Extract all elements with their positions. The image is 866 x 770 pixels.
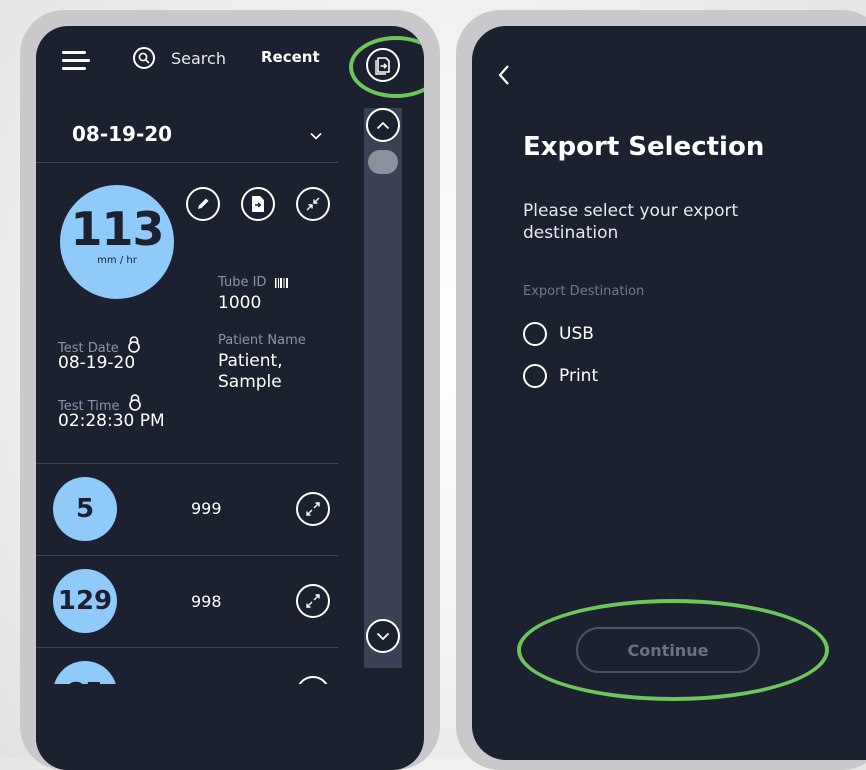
row-value-circle[interactable]: 5 [53, 477, 117, 541]
lock-icon [128, 336, 140, 353]
divider [36, 463, 338, 464]
row-tube-id: 999 [191, 499, 222, 518]
tube-id-value: 1000 [218, 293, 262, 313]
collapse-icon [306, 197, 320, 211]
top-bar: Search Recent [36, 26, 424, 98]
collapse-button[interactable] [296, 187, 330, 221]
file-export-icon [252, 196, 264, 212]
bottom-panel [36, 684, 338, 770]
edit-icon [198, 198, 209, 209]
patient-name-line1: Patient, [218, 351, 283, 371]
chevron-left-icon [498, 65, 509, 85]
result-value-circle: 113 mm / hr [60, 185, 174, 299]
tube-id-label-wrap: Tube ID [218, 275, 289, 290]
chevron-down-icon [376, 632, 390, 640]
row-tube-id: 998 [191, 592, 222, 611]
search-label: Search [171, 48, 226, 68]
page-title: Export Selection [523, 132, 765, 162]
menu-icon[interactable] [62, 51, 90, 71]
test-time-value: 02:28:30 PM [58, 411, 165, 431]
radio-button[interactable] [523, 322, 547, 346]
chevron-down-icon [310, 128, 322, 144]
date-selector[interactable]: 08-19-20 [36, 118, 338, 163]
expand-icon [306, 502, 320, 516]
file-export-button[interactable] [241, 187, 275, 221]
scroll-down-button[interactable] [366, 619, 400, 653]
page-description: Please select your export destination [523, 201, 739, 243]
expand-button[interactable] [296, 492, 330, 526]
patient-name-label: Patient Name [218, 333, 306, 348]
result-value: 113 [70, 202, 164, 256]
left-device-frame: Search Recent 08-19-20 113 mm / hr Tube … [20, 10, 440, 770]
radio-label-usb: USB [559, 324, 594, 344]
results-screen: Search Recent 08-19-20 113 mm / hr Tube … [36, 26, 424, 770]
selected-date: 08-19-20 [72, 122, 173, 146]
right-device-frame: Export Selection Please select your expo… [456, 10, 866, 770]
tube-id-label: Tube ID [218, 275, 267, 290]
export-selection-screen: Export Selection Please select your expo… [472, 26, 866, 760]
search-icon [133, 47, 155, 69]
scrollbar-thumb[interactable] [368, 150, 398, 174]
radio-button[interactable] [523, 364, 547, 388]
chevron-up-icon [376, 121, 390, 129]
radio-label-print: Print [559, 366, 599, 386]
scrollbar-track[interactable] [364, 108, 402, 668]
patient-name-line2: Sample [218, 372, 282, 392]
continue-button[interactable]: Continue [576, 627, 760, 673]
export-button[interactable] [366, 48, 400, 82]
back-button[interactable] [498, 64, 510, 92]
scroll-up-button[interactable] [366, 108, 400, 142]
row-value-circle[interactable]: 129 [53, 569, 117, 633]
lock-icon [128, 394, 141, 411]
search-button[interactable]: Search [133, 45, 226, 71]
recent-tab[interactable]: Recent [261, 48, 320, 66]
export-icon [375, 57, 390, 75]
radio-option-print[interactable]: Print [523, 364, 598, 388]
divider [36, 647, 338, 648]
export-destination-label: Export Destination [523, 284, 645, 299]
divider [36, 555, 338, 556]
edit-button[interactable] [186, 187, 220, 221]
expand-icon [306, 594, 320, 608]
test-date-value: 08-19-20 [58, 353, 136, 373]
result-unit: mm / hr [97, 255, 137, 266]
barcode-icon [274, 277, 288, 288]
radio-option-usb[interactable]: USB [523, 322, 594, 346]
expand-button[interactable] [296, 584, 330, 618]
